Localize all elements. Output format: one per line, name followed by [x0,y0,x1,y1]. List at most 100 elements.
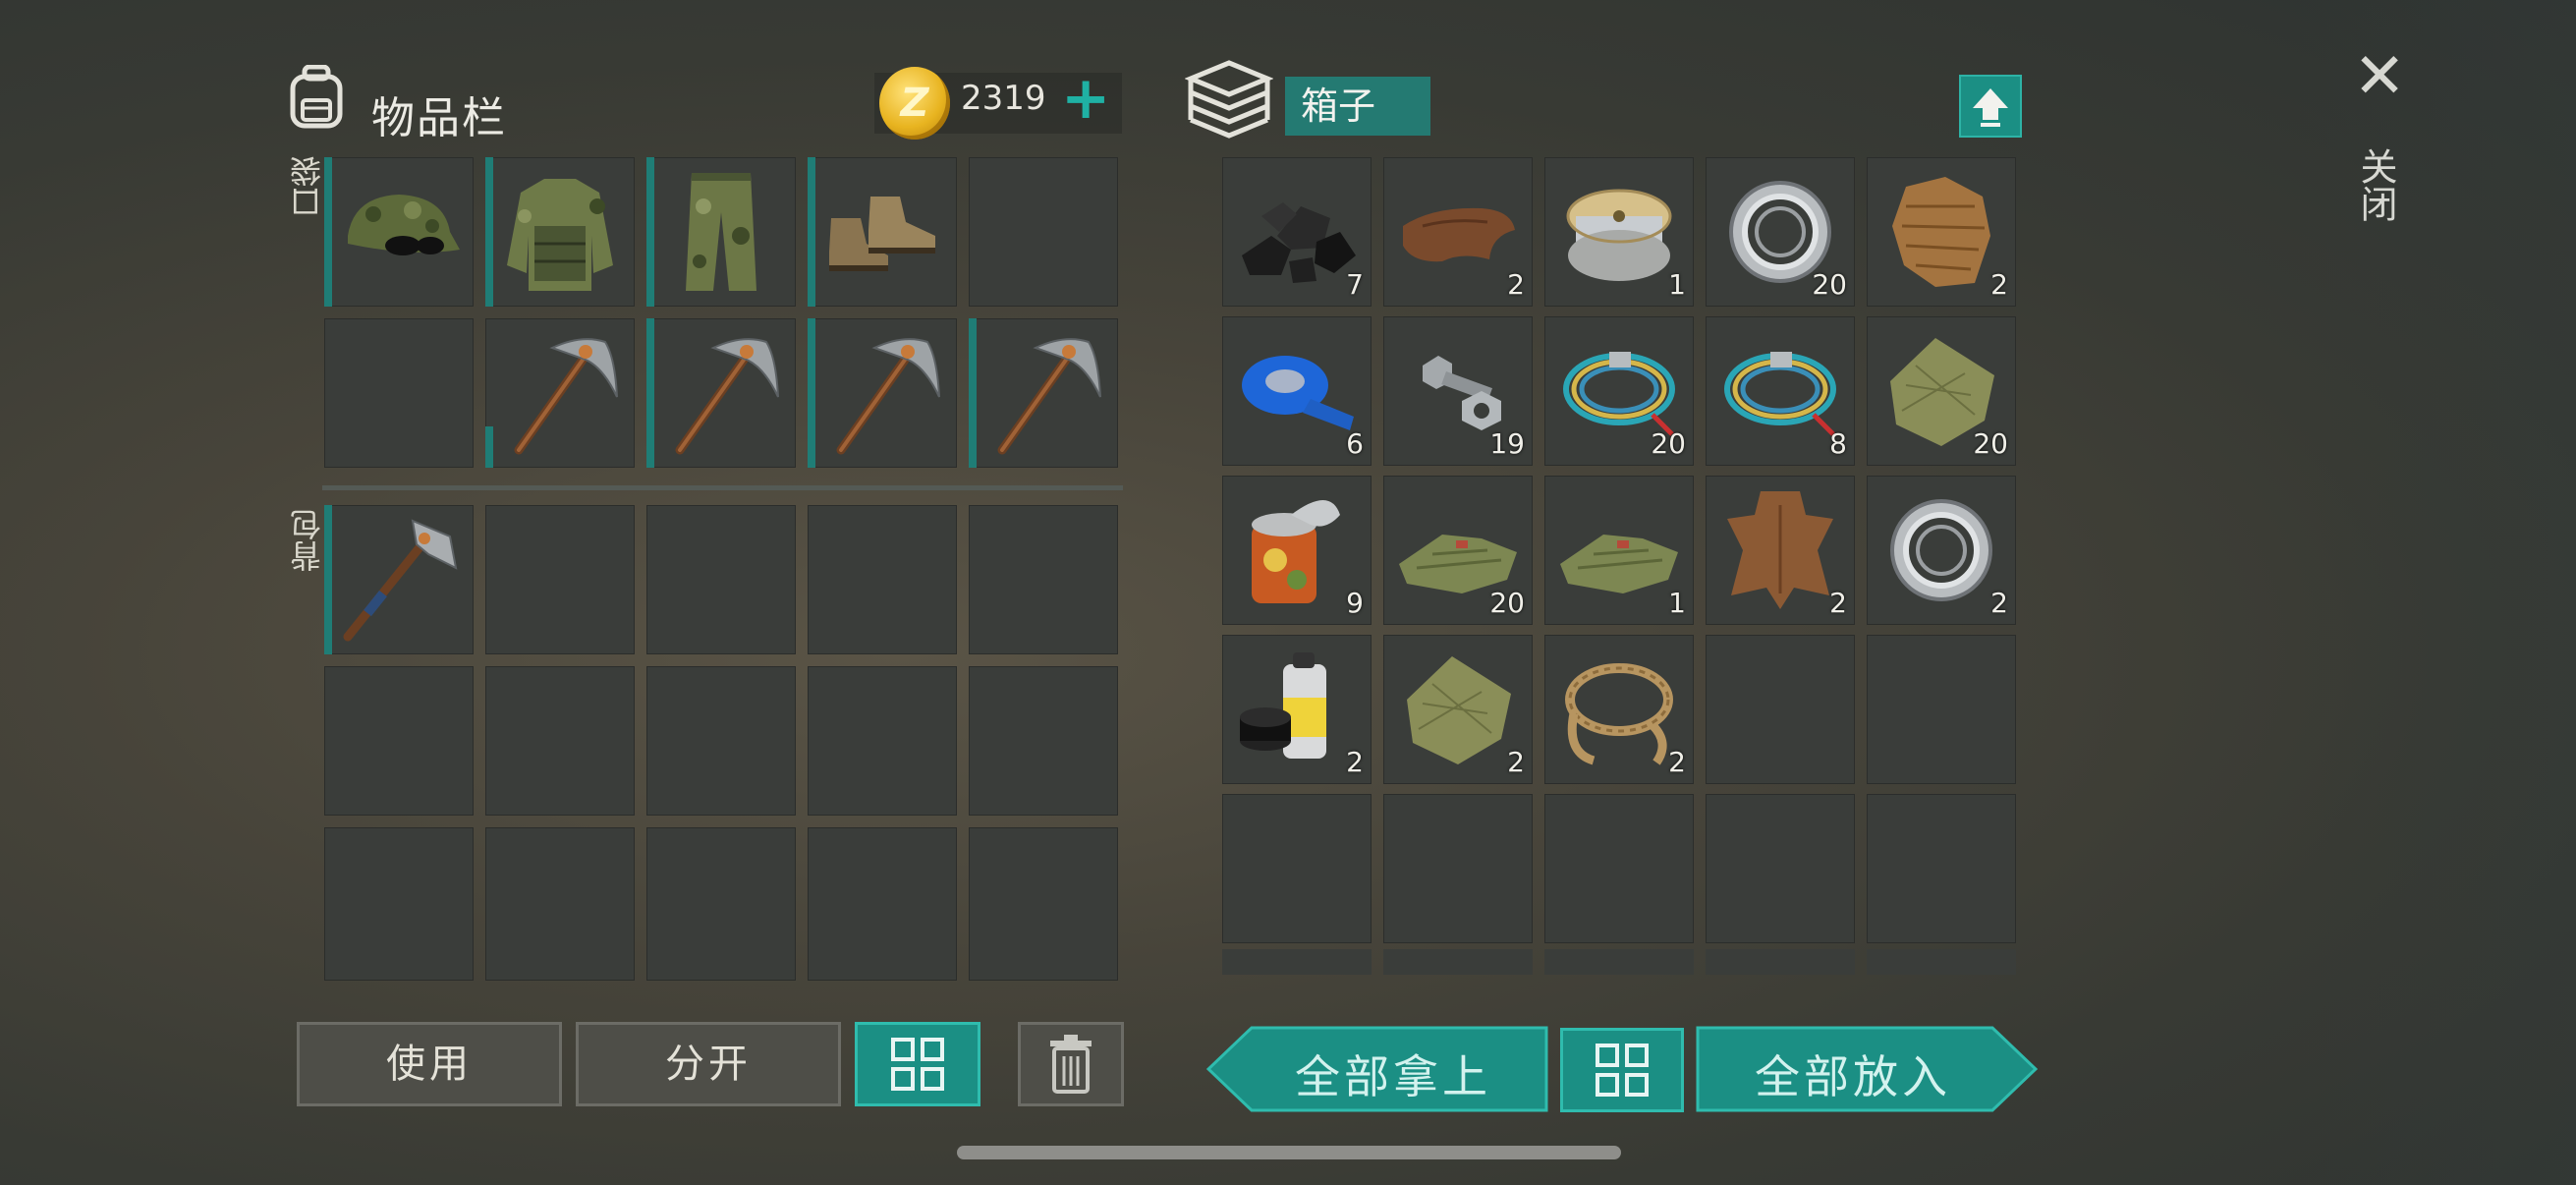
box-slot-23[interactable] [1544,794,1694,943]
sort-grid-button[interactable] [855,1022,980,1106]
backpack-slot-13[interactable] [646,827,796,981]
box-slot-22[interactable] [1383,794,1533,943]
box-slot-8[interactable]: 20 [1544,316,1694,466]
item-quantity: 2 [1829,587,1847,619]
box-slot-partial [1867,949,2016,975]
item-quantity: 2 [1990,587,2008,619]
box-slot-4[interactable]: 20 [1706,157,1855,307]
close-icon[interactable]: ✕ [2352,45,2407,108]
pocket-slot-2[interactable] [485,157,635,307]
item-quantity: 8 [1829,427,1847,460]
upload-button[interactable] [1959,75,2022,138]
box-slot-9[interactable]: 8 [1706,316,1855,466]
backpack-slot-1[interactable] [324,505,474,654]
box-slot-21[interactable] [1222,794,1372,943]
item-quantity: 6 [1346,427,1364,460]
take-all-button[interactable]: 全部拿上 [1206,1026,1548,1112]
backpack-slot-9[interactable] [808,666,957,816]
backpack-slot-7[interactable] [485,666,635,816]
box-slot-3[interactable]: 1 [1544,157,1694,307]
pickaxe-icon [656,328,786,458]
box-slot-7[interactable]: 19 [1383,316,1533,466]
box-slot-partial [1706,949,1855,975]
backpack-slot-14[interactable] [808,827,957,981]
box-slot-17[interactable]: 2 [1383,635,1533,784]
backpack-slot-8[interactable] [646,666,796,816]
box-slot-24[interactable] [1706,794,1855,943]
box-slot-5[interactable]: 2 [1867,157,2016,307]
box-slot-1[interactable]: 7 [1222,157,1372,307]
backpack-slot-5[interactable] [969,505,1118,654]
hatchet-icon [334,515,464,645]
box-slot-12[interactable]: 20 [1383,476,1533,625]
trash-button[interactable] [1018,1022,1124,1106]
box-slot-16[interactable]: 2 [1222,635,1372,784]
box-slot-13[interactable]: 1 [1544,476,1694,625]
box-slot-partial [1544,949,1694,975]
box-slot-15[interactable]: 2 [1867,476,2016,625]
box-slot-6[interactable]: 6 [1222,316,1372,466]
pickaxe-icon [817,328,947,458]
split-button[interactable]: 分开 [576,1022,841,1106]
item-quantity: 2 [1507,268,1525,301]
item-quantity: 20 [1973,427,2008,460]
pocket-slot-10[interactable] [969,318,1118,468]
pocket-slot-3[interactable] [646,157,796,307]
item-quantity: 9 [1346,587,1364,619]
box-slot-18[interactable]: 2 [1544,635,1694,784]
tin-can-icon [1232,485,1362,615]
box-slot-11[interactable]: 9 [1222,476,1372,625]
pocket-slot-9[interactable] [808,318,957,468]
container-sort-button[interactable] [1560,1028,1684,1112]
item-quantity: 1 [1668,268,1686,301]
section-divider [322,485,1123,490]
pocket-slot-5[interactable] [969,157,1118,307]
pickaxe-icon [495,328,625,458]
close-label[interactable]: 关闭 [2354,147,2403,222]
box-slot-25[interactable] [1867,794,2016,943]
camo-vest-icon [495,167,625,297]
grid-icon [891,1038,944,1091]
backpack-slot-3[interactable] [646,505,796,654]
take-all-label: 全部拿上 [1295,1050,1491,1103]
right-shade [2299,0,2576,1185]
hide-icon [1715,485,1845,615]
camo-pants-icon [656,167,786,297]
put-all-button[interactable]: 全部放入 [1696,1026,2038,1112]
box-slot-20[interactable] [1867,635,2016,784]
coal-icon [1232,167,1362,297]
backpack-slot-2[interactable] [485,505,635,654]
wire-coil-icon [1715,326,1845,456]
home-indicator [957,1146,1621,1159]
item-quantity: 2 [1668,746,1686,778]
backpack-slot-12[interactable] [485,827,635,981]
use-button[interactable]: 使用 [297,1022,562,1106]
green-cloth-icon [1554,485,1684,615]
rope-icon [1554,645,1684,774]
backpack-slot-11[interactable] [324,827,474,981]
backpack-slot-15[interactable] [969,827,1118,981]
wire-spool-icon [1554,167,1684,297]
pocket-slot-4[interactable] [808,157,957,307]
item-quantity: 19 [1489,427,1525,460]
box-slot-10[interactable]: 20 [1867,316,2016,466]
backpack-slot-4[interactable] [808,505,957,654]
box-slot-2[interactable]: 2 [1383,157,1533,307]
fur-icon [1876,167,2006,297]
item-quantity: 7 [1346,268,1364,301]
spray-paint-icon [1232,645,1362,774]
pocket-slot-1[interactable] [324,157,474,307]
box-slot-14[interactable]: 2 [1706,476,1855,625]
pocket-slot-7[interactable] [485,318,635,468]
pickaxe-icon [979,328,1108,458]
item-quantity: 20 [1812,268,1847,301]
grid-icon [1596,1044,1649,1097]
add-coins-button[interactable]: + [1061,69,1110,130]
pocket-slot-6[interactable] [324,318,474,468]
box-icon [1184,59,1274,141]
backpack-slot-6[interactable] [324,666,474,816]
box-slot-19[interactable] [1706,635,1855,784]
pocket-slot-8[interactable] [646,318,796,468]
item-quantity: 2 [1507,746,1525,778]
backpack-slot-10[interactable] [969,666,1118,816]
